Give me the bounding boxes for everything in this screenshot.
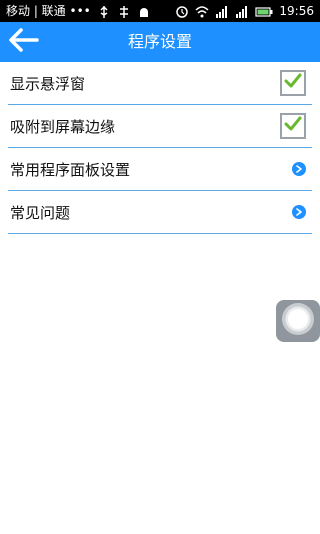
show-floating-window-checkbox[interactable] (280, 70, 306, 96)
app-bar: 程序设置 (0, 22, 320, 62)
signal-icon (235, 4, 249, 18)
setting-common-apps-panel[interactable]: 常用程序面板设置 (8, 148, 312, 191)
carrier-text: 移动 | 联通 ••• (6, 4, 91, 18)
chevron-right-icon (292, 162, 306, 176)
page-title: 程序设置 (127, 32, 192, 51)
setting-label: 常用程序面板设置 (10, 160, 131, 179)
setting-snap-to-edge[interactable]: 吸附到屏幕边缘 (8, 105, 312, 148)
usb-debug-icon (117, 4, 131, 18)
status-time: 19:56 (279, 4, 314, 18)
checkmark-icon (284, 115, 302, 137)
status-bar: 移动 | 联通 ••• 19:56 (0, 0, 320, 22)
setting-label: 常见问题 (10, 203, 71, 222)
status-left: 移动 | 联通 ••• (6, 0, 151, 22)
android-icon (137, 4, 151, 18)
status-right: 19:56 (175, 0, 314, 22)
assistive-touch-icon (280, 301, 316, 341)
wifi-icon (195, 4, 209, 18)
setting-show-floating-window[interactable]: 显示悬浮窗 (8, 62, 312, 105)
usb-icon (97, 4, 111, 18)
checkmark-icon (284, 72, 302, 94)
setting-label: 显示悬浮窗 (10, 74, 86, 93)
settings-list: 显示悬浮窗 吸附到屏幕边缘 常用程序面板设置 常见问题 (0, 62, 320, 234)
chevron-right-icon (292, 205, 306, 219)
battery-icon (255, 4, 273, 18)
setting-label: 吸附到屏幕边缘 (10, 117, 116, 136)
signal-icon (215, 4, 229, 18)
snap-to-edge-checkbox[interactable] (280, 113, 306, 139)
setting-faq[interactable]: 常见问题 (8, 191, 312, 234)
floating-assistive-button[interactable] (276, 300, 320, 342)
alarm-icon (175, 4, 189, 18)
